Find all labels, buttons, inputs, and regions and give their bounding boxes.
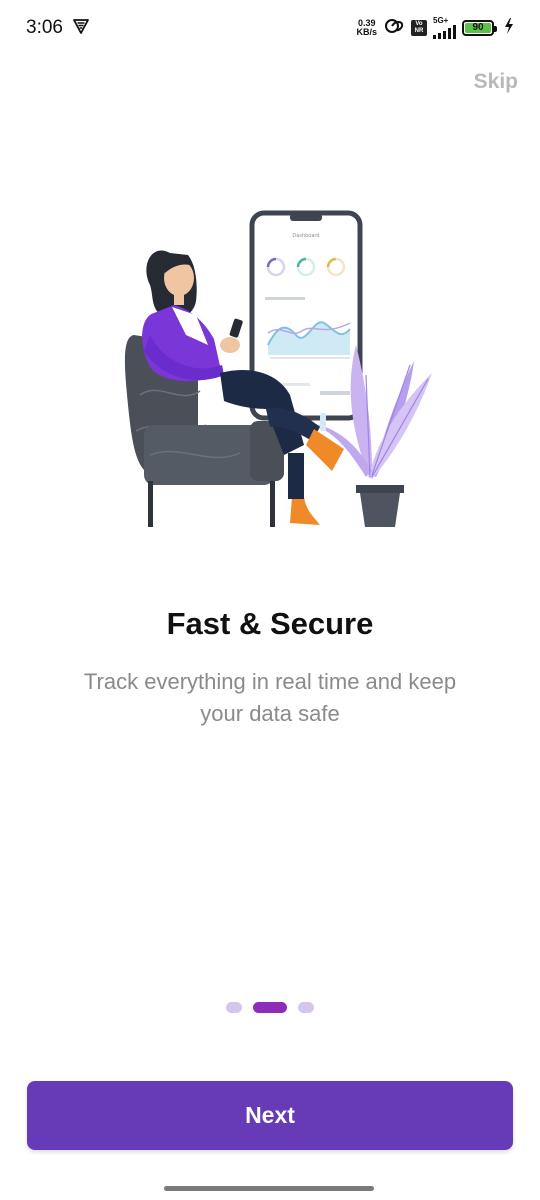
status-bar: 3:06 0.39 KB/s Vo NR 5G+ 90 (0, 0, 540, 56)
volte-icon: Vo NR (411, 20, 427, 36)
next-button[interactable]: Next (27, 1081, 513, 1150)
volte-bottom-label: NR (414, 28, 424, 34)
onboarding-subtitle: Track everything in real time and keep y… (83, 669, 457, 726)
home-indicator[interactable] (164, 1186, 374, 1191)
svg-text:Dashboard: Dashboard (292, 233, 319, 239)
battery-level: 90 (465, 23, 491, 33)
status-time: 3:06 (26, 17, 63, 38)
signal-group: 5G+ (433, 17, 456, 39)
onboarding-title: Fast & Secure (166, 606, 374, 641)
charging-bolt-icon (504, 17, 514, 39)
onboarding-illustration: Dashboard (110, 205, 440, 535)
battery-icon: 90 (462, 20, 497, 36)
network-type: 5G+ (433, 16, 449, 25)
skip-button[interactable]: Skip (474, 70, 518, 94)
network-speed: 0.39 KB/s (356, 19, 377, 37)
network-speed-unit: KB/s (356, 27, 377, 37)
link-icon (383, 18, 405, 39)
onboarding-screen: 3:06 0.39 KB/s Vo NR 5G+ 90 Skip Dashboa… (0, 0, 540, 1200)
page-dot-3[interactable] (298, 1001, 314, 1013)
page-indicator (0, 1000, 540, 1014)
status-left: 3:06 (26, 17, 89, 39)
signal-icon (433, 25, 456, 39)
page-dot-1[interactable] (226, 1001, 242, 1013)
page-dot-2-active[interactable] (253, 1001, 287, 1013)
status-right: 0.39 KB/s Vo NR 5G+ 90 (356, 17, 514, 39)
volte-top-label: Vo (415, 21, 423, 27)
vpn-shield-icon (73, 18, 89, 39)
